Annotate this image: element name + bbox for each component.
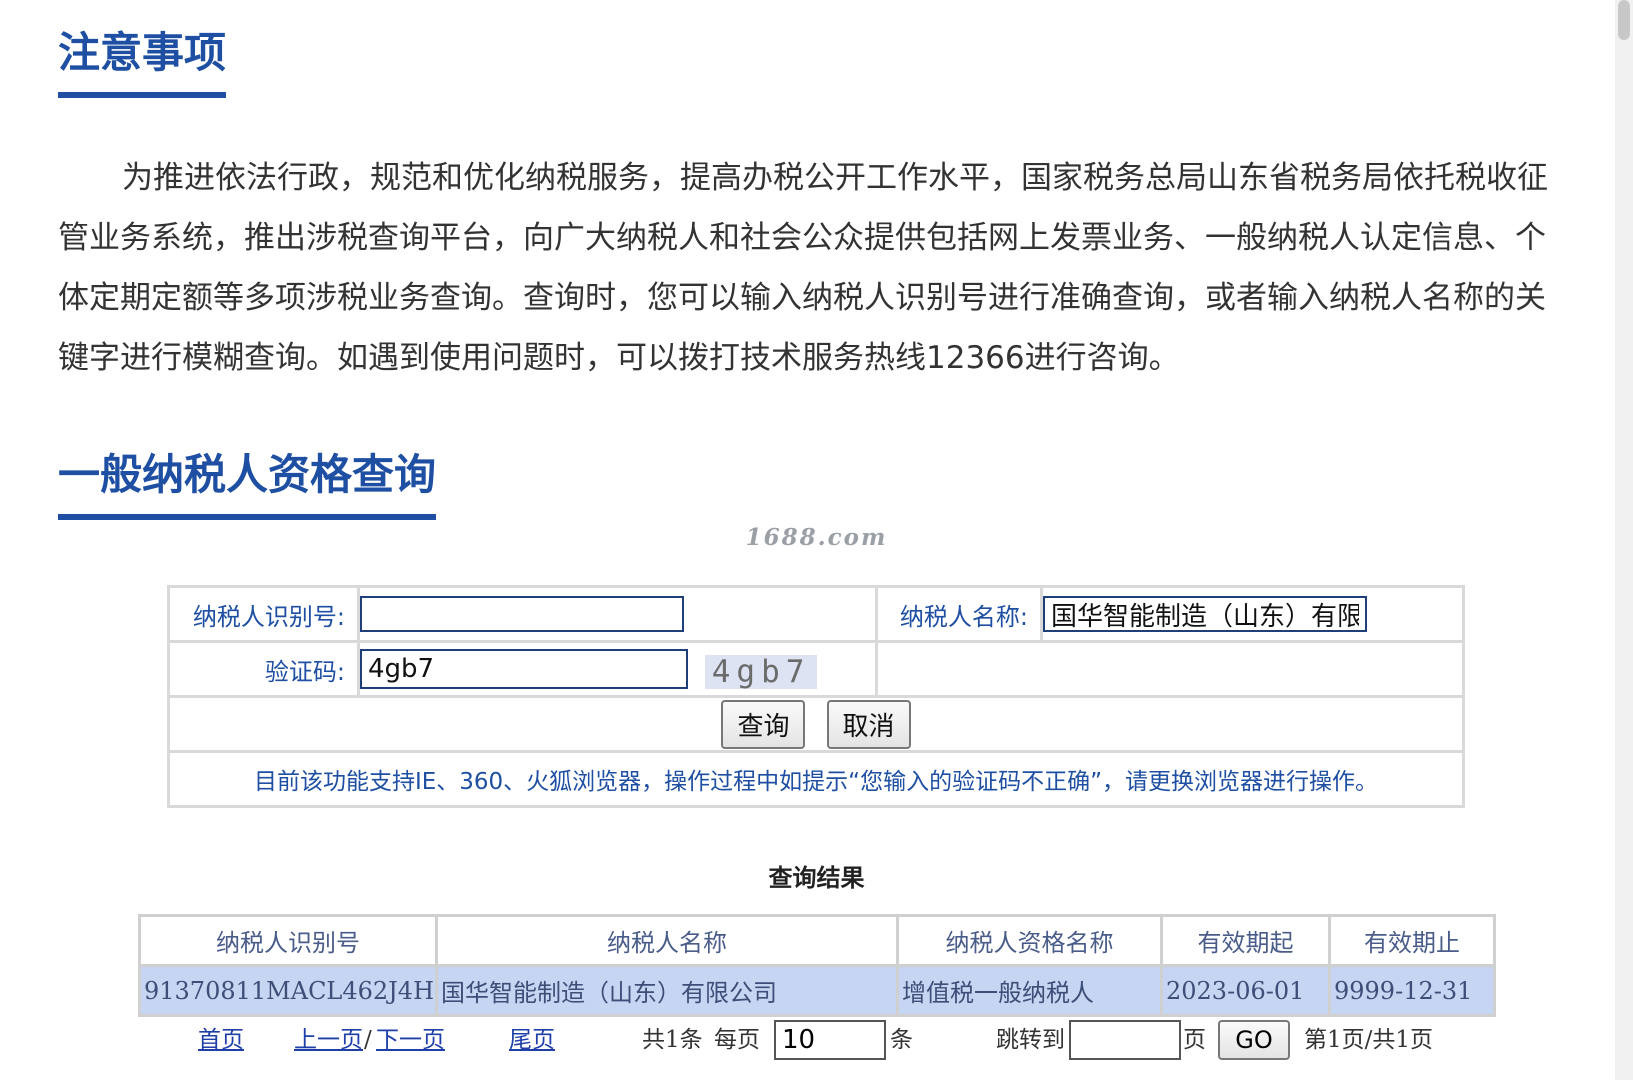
table-cell: 2023-06-01 [1160,964,1331,1017]
table-row[interactable]: 91370811MACL462J4H 国华智能制造（山东）有限公司 增值税一般纳… [138,964,1496,1017]
jump-page-input[interactable] [1069,1020,1181,1060]
pagination: 首页 上一页 / 下一页 尾页 共1条 每页 条 跳转到 页 GO 第1页/共1… [0,1018,1633,1062]
table-cell: 国华智能制造（山东）有限公司 [435,964,899,1017]
table-cell: 增值税一般纳税人 [896,964,1163,1017]
jump-label: 跳转到 [996,1027,1065,1053]
column-header: 纳税人名称 [435,914,899,967]
taxpayer-id-input[interactable] [360,596,684,632]
pager-separator: / [364,1027,372,1053]
column-header: 纳税人资格名称 [896,914,1163,967]
taxpayer-name-input[interactable] [1043,596,1367,632]
prev-page-link[interactable]: 上一页 [294,1018,363,1062]
notice-title: 注意事项 [58,28,227,99]
submit-button[interactable]: 查询 [721,699,806,749]
cancel-button[interactable]: 取消 [826,699,911,749]
browser-hint: 目前该功能支持IE、360、火狐浏览器，操作过程中如提示“您输入的验证码不正确”… [167,750,1465,808]
query-form: 纳税人识别号: 纳税人名称: 验证码: 4gb7 查询 取消 目前该功能支持IE… [167,585,1465,808]
go-button[interactable]: GO [1218,1020,1290,1060]
result-title: 查询结果 [768,863,865,892]
notice-text: 为推进依法行政，规范和优化纳税服务，提高办税公开工作水平，国家税务总局山东省税务… [58,160,1548,376]
taxpayer-id-label: 纳税人识别号: [167,585,360,643]
empty-cell [875,640,1465,698]
result-table: 纳税人识别号 纳税人名称 纳税人资格名称 有效期起 有效期止 91370811M… [138,914,1496,1017]
total-count: 共1条 [642,1027,703,1053]
page-unit: 页 [1183,1027,1206,1053]
query-title: 一般纳税人资格查询 [58,450,437,521]
per-page-unit: 条 [890,1027,913,1053]
column-header: 有效期止 [1328,914,1496,967]
table-cell: 9999-12-31 [1328,964,1496,1017]
captcha-input[interactable] [360,648,688,689]
scrollbar-thumb[interactable] [1618,0,1630,40]
next-page-link[interactable]: 下一页 [376,1018,445,1062]
captcha-label: 验证码: [167,640,360,698]
table-cell: 91370811MACL462J4H [138,964,438,1017]
column-header: 纳税人识别号 [138,914,438,967]
per-page-input[interactable] [774,1020,886,1060]
last-page-link[interactable]: 尾页 [509,1018,555,1062]
column-header: 有效期起 [1160,914,1331,967]
watermark: 1688.com [745,524,888,551]
per-page-label: 每页 [714,1027,760,1053]
table-header-row: 纳税人识别号 纳税人名称 纳税人资格名称 有效期起 有效期止 [138,914,1496,967]
page-status: 第1页/共1页 [1304,1027,1434,1053]
first-page-link[interactable]: 首页 [198,1018,244,1062]
taxpayer-name-label: 纳税人名称: [875,585,1043,643]
captcha-image[interactable]: 4gb7 [705,655,818,690]
